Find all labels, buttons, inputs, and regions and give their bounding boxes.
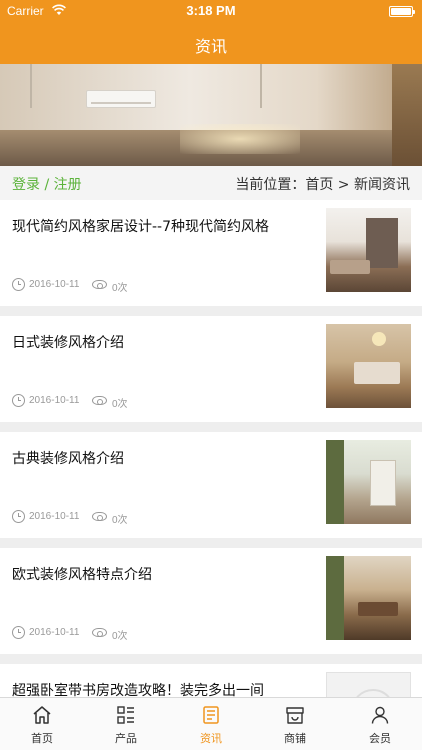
eye-icon [92,396,107,405]
breadcrumb: 当前位置：首页 > 新闻资讯 [235,177,410,193]
banner-light-glow [180,124,300,154]
article-thumbnail[interactable] [326,556,411,640]
tab-label: 商铺 [284,732,306,745]
article-item[interactable]: 古典装修风格介绍 2016-10-11 0次 [0,432,422,538]
tab-member[interactable]: 会员 [338,698,422,750]
banner-air-conditioner [86,90,156,108]
tab-home[interactable]: 首页 [0,698,84,750]
tab-label: 会员 [369,732,391,745]
tab-label: 资讯 [200,732,222,745]
document-icon [203,706,219,724]
banner-lamp [260,64,262,108]
status-bar: Carrier 3:18 PM [0,0,422,22]
article-item[interactable]: 现代简约风格家居设计--7种现代简约风格 2016-10-11 0次 [0,200,422,306]
clock-time: 3:18 PM [186,3,236,18]
eye-icon [92,512,107,521]
tab-news[interactable]: 资讯 [169,698,253,750]
bottom-tab-bar: 首页 产品 资讯 商铺 会员 [0,697,422,750]
login-register-link[interactable]: 登录 / 注册 [12,174,82,194]
user-icon [371,706,389,724]
article-date: 2016-10-11 [29,511,80,522]
banner-frame [392,64,422,166]
banner-image[interactable] [0,64,422,166]
tab-products[interactable]: 产品 [84,698,168,750]
article-date: 2016-10-11 [29,279,80,290]
article-title[interactable]: 日式装修风格介绍 [12,334,307,352]
article-date: 2016-10-11 [29,395,80,406]
battery-icon [389,6,415,17]
article-thumbnail[interactable] [326,208,411,292]
breadcrumb-bar: 登录 / 注册 当前位置：首页 > 新闻资讯 [0,166,422,200]
page-title: 资讯 [194,37,227,56]
article-title[interactable]: 现代简约风格家居设计--7种现代简约风格 [12,218,307,236]
article-views: 0次 [112,515,128,526]
article-title[interactable]: 欧式装修风格特点介绍 [12,566,307,584]
article-title[interactable]: 古典装修风格介绍 [12,450,307,468]
article-thumbnail[interactable] [326,440,411,524]
eye-icon [92,628,107,637]
tab-label: 产品 [115,732,137,745]
clock-icon [12,394,25,407]
eye-icon [92,280,107,289]
grid-list-icon [117,706,134,724]
article-item[interactable]: 日式装修风格介绍 2016-10-11 0次 [0,316,422,422]
article-date: 2016-10-11 [29,627,80,638]
article-views: 0次 [112,399,128,410]
banner-wall [0,64,422,130]
store-icon [286,707,304,724]
article-views: 0次 [112,631,128,642]
banner-lamp [30,64,32,108]
article-item[interactable]: 欧式装修风格特点介绍 2016-10-11 0次 [0,548,422,654]
top-nav-bar: Carrier 3:18 PM 资讯 [0,0,422,64]
clock-icon [12,626,25,639]
home-icon [33,706,51,724]
article-thumbnail[interactable] [326,324,411,408]
article-views: 0次 [112,283,128,294]
clock-icon [12,278,25,291]
tab-label: 首页 [31,732,53,745]
tab-store[interactable]: 商铺 [253,698,337,750]
clock-icon [12,510,25,523]
